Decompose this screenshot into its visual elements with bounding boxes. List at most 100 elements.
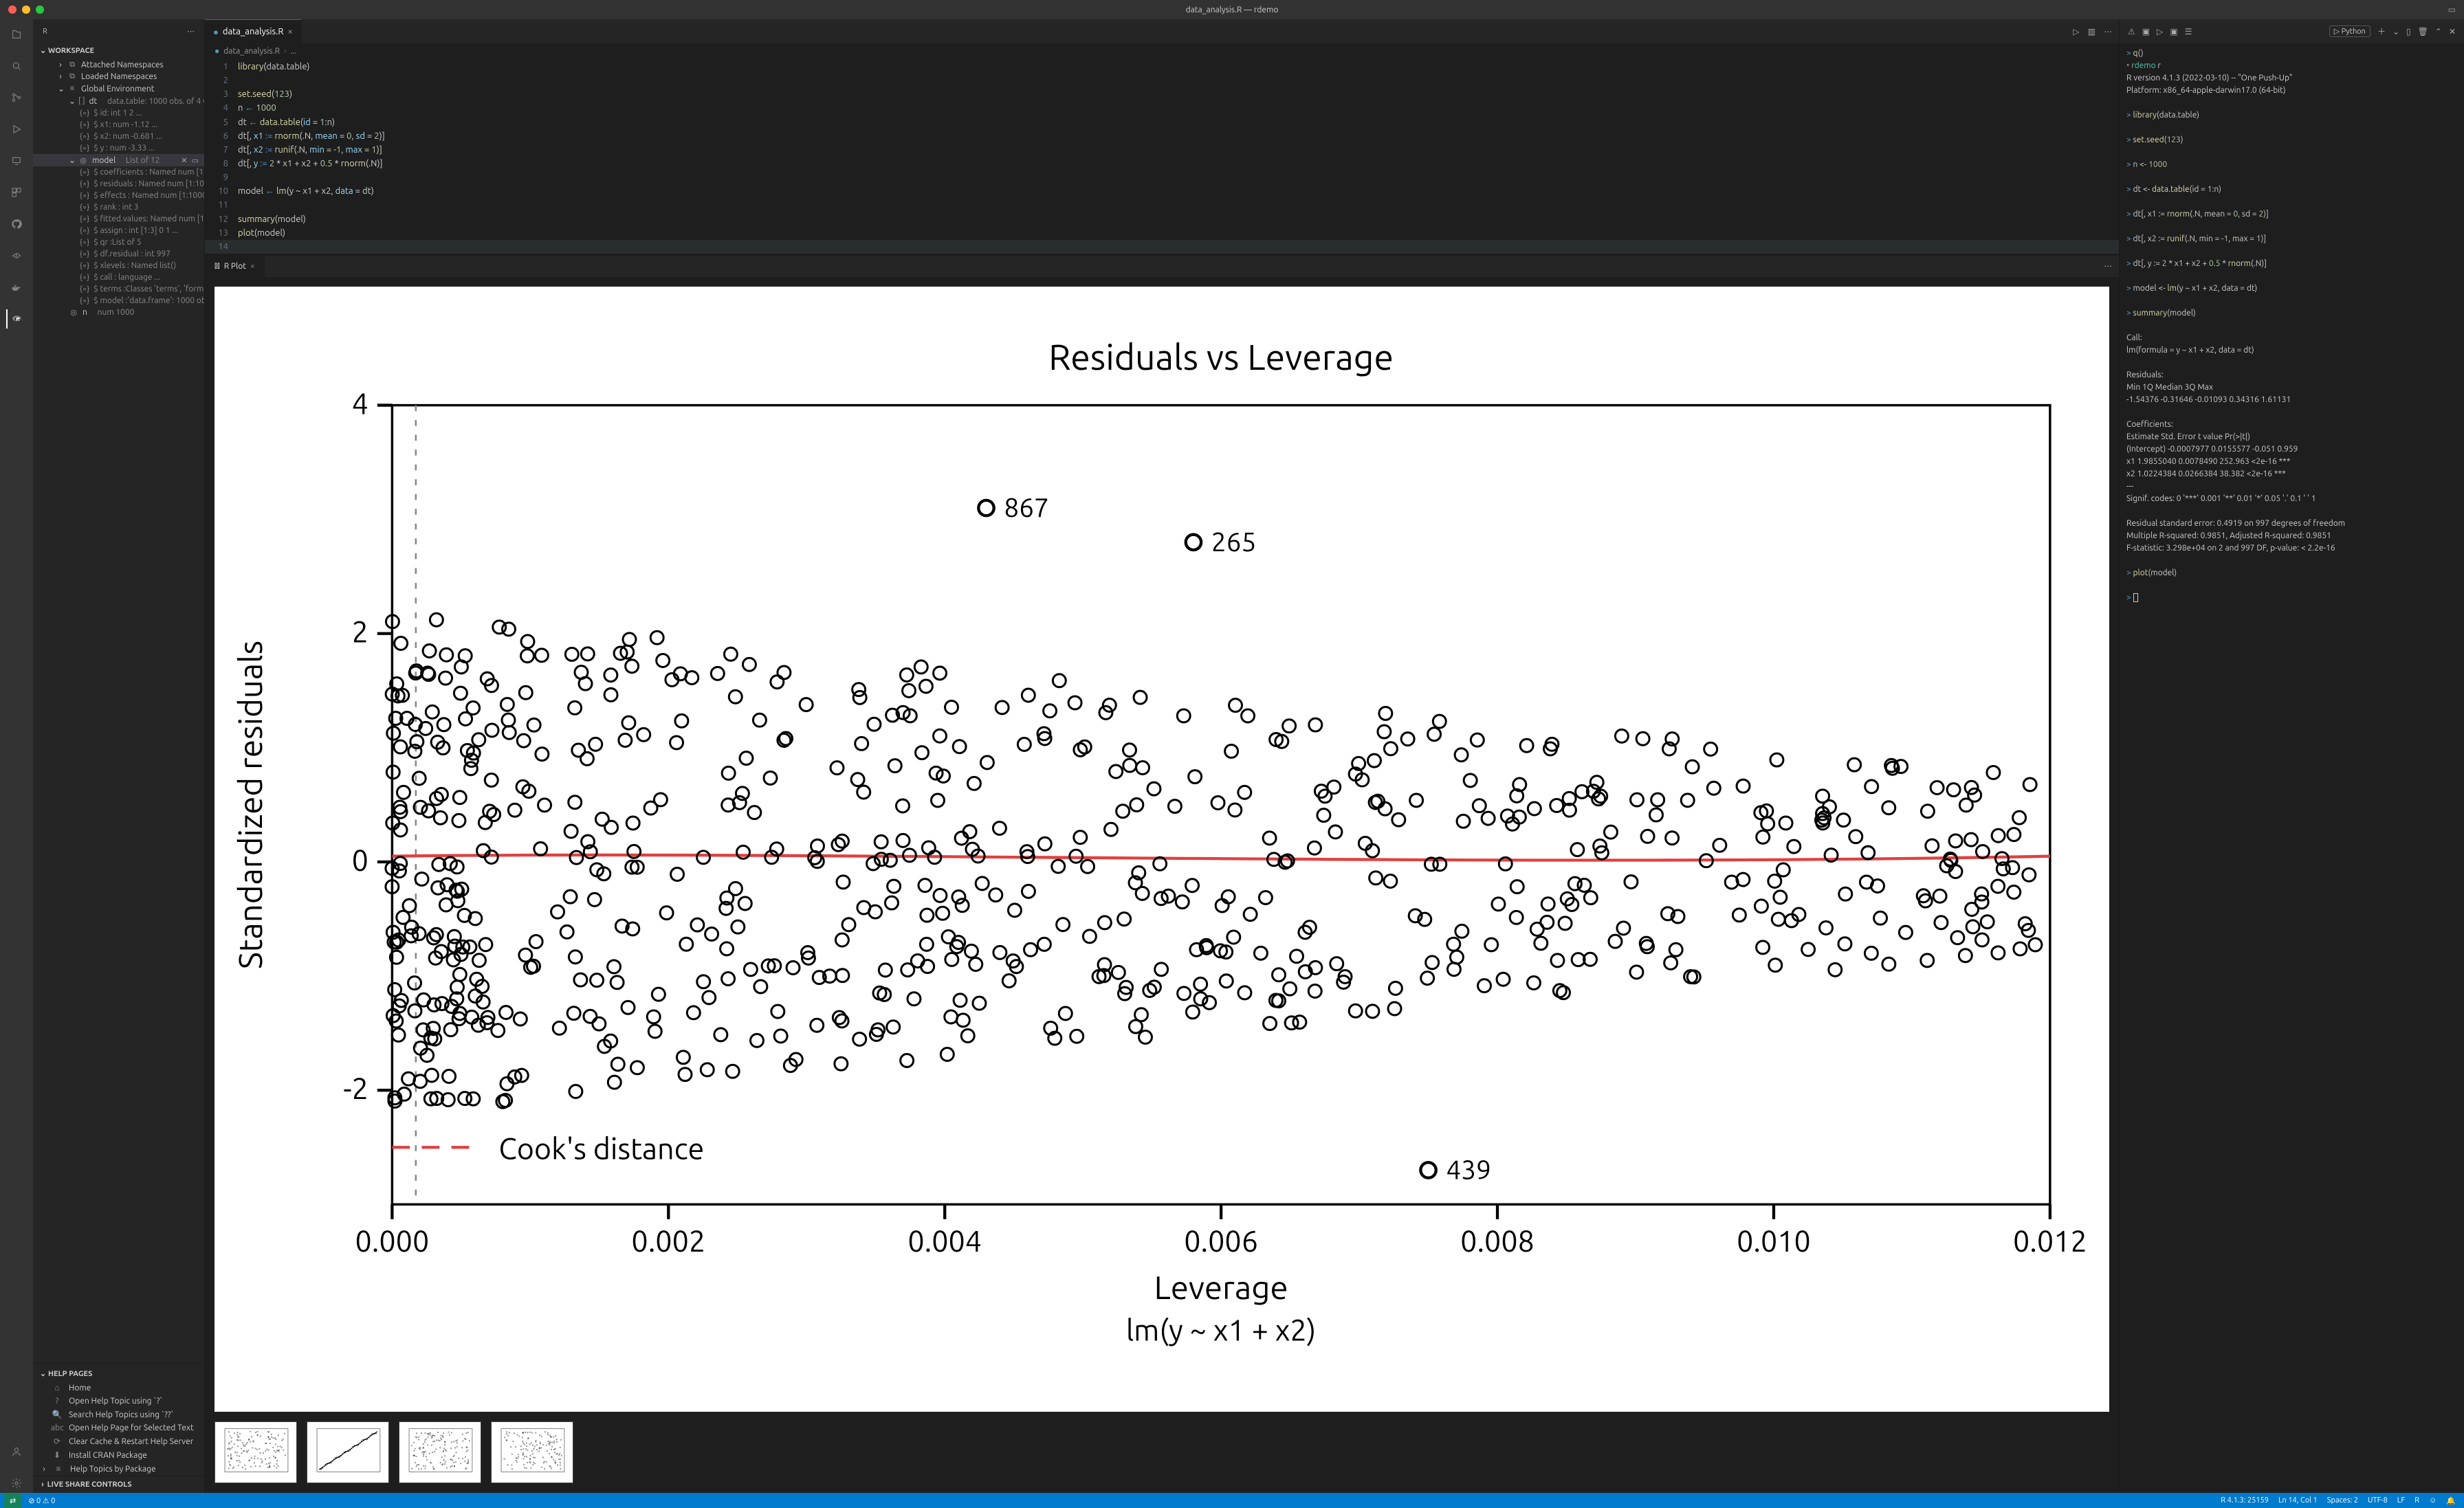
source-control-icon[interactable]	[7, 88, 26, 107]
live-share-header[interactable]: › LIVE SHARE CONTROLS	[33, 1476, 204, 1493]
extensions-icon[interactable]	[7, 183, 26, 202]
github-icon[interactable]	[7, 214, 26, 234]
warning-icon[interactable]: ⚠	[2128, 27, 2135, 36]
variable-field[interactable]: {∘}$ residuals : Named num [1:1000...	[33, 178, 204, 190]
close-icon[interactable]: ✕	[181, 156, 187, 165]
svg-text:Standardized residuals: Standardized residuals	[232, 641, 268, 969]
svg-text:lm(y ~ x1 + x2): lm(y ~ x1 + x2)	[1126, 1313, 1316, 1346]
code-editor[interactable]: 1library(data.table)23set.seed(123)4n ← …	[205, 58, 2119, 255]
variable-n[interactable]: ◎n num 1000	[33, 307, 204, 318]
trash-icon[interactable]: 🗑	[2418, 27, 2428, 36]
variable-field[interactable]: {∘}$ coefficients : Named num [1:3]...	[33, 166, 204, 178]
new-terminal-icon[interactable]: ＋	[2377, 25, 2386, 37]
variable-field[interactable]: {∘}$ x2: num -0.681 ...	[33, 131, 204, 142]
help-item[interactable]: abcOpen Help Page for Selected Text	[33, 1421, 204, 1434]
terminal-body[interactable]: > q()• rdemo rR version 4.1.3 (2022-03-1…	[2120, 43, 2464, 1493]
r-extension-icon[interactable]	[6, 309, 25, 329]
variable-field[interactable]: {∘}$ rank : int 3	[33, 201, 204, 213]
status-r-version[interactable]: R 4.1.3: 25159	[2221, 1496, 2269, 1505]
plot-thumbnail[interactable]	[399, 1421, 481, 1483]
run-debug-icon[interactable]	[7, 120, 26, 139]
help-item[interactable]: ⟳Clear Cache & Restart Help Server	[33, 1434, 204, 1448]
help-item[interactable]: ⌂Home	[33, 1381, 204, 1395]
help-item[interactable]: 🔍Search Help Topics using `??`	[33, 1408, 204, 1421]
remote-indicator[interactable]: ⇄	[4, 1493, 21, 1508]
docker-icon[interactable]	[7, 278, 26, 297]
variable-field[interactable]: {∘}$ xlevels : Named list()	[33, 260, 204, 271]
layout-icon[interactable]: ▭	[2448, 5, 2456, 14]
search-icon[interactable]	[7, 56, 26, 76]
variable-field[interactable]: {∘}$ qr :List of 5	[33, 236, 204, 248]
variable-field[interactable]: {∘}$ call : language ...	[33, 271, 204, 283]
title-bar: data_analysis.R — rdemo ▭	[0, 0, 2464, 19]
split-terminal-icon[interactable]: ▯	[2406, 27, 2411, 36]
variable-field[interactable]: {∘}$ assign : int [1:3] 0 1 ...	[33, 225, 204, 236]
status-encoding[interactable]: UTF-8	[2368, 1496, 2388, 1505]
tab-r-plot[interactable]: ⫾⫾ R Plot ×	[205, 256, 265, 277]
close-tab-icon[interactable]: ×	[288, 27, 293, 36]
run-icon[interactable]: ▷	[2073, 27, 2079, 36]
help-item[interactable]: ?Open Help Topic using `?`	[33, 1395, 204, 1408]
sidebar: R ⋯ ⌄WORKSPACE ›⧉Attached Namespaces ›⧉L…	[33, 19, 205, 1493]
terminal-square-icon[interactable]: ▣	[2142, 27, 2150, 36]
workspace-section-header[interactable]: ⌄WORKSPACE	[33, 43, 204, 58]
status-language[interactable]: R	[2414, 1496, 2419, 1505]
status-spaces[interactable]: Spaces: 2	[2327, 1496, 2358, 1505]
help-pages-header[interactable]: ⌄HELP PAGES	[33, 1366, 204, 1381]
plot-thumbnail[interactable]	[214, 1421, 297, 1483]
status-bar: ⇄ ⊘ 0 ⚠ 0 R 4.1.3: 25159 Ln 14, Col 1 Sp…	[0, 1493, 2464, 1508]
plot-canvas[interactable]: Residuals vs LeverageStandardized residu…	[214, 287, 2109, 1412]
help-item[interactable]: ›≡Help Topics by Package	[33, 1462, 204, 1476]
split-editor-icon[interactable]: ▥	[2088, 27, 2096, 36]
loaded-namespaces[interactable]: ›⧉Loaded Namespaces	[33, 71, 204, 82]
plot-thumbnail[interactable]	[491, 1421, 573, 1483]
terminal-run-icon[interactable]: ▷	[2157, 27, 2163, 36]
close-panel-icon[interactable]: ✕	[2449, 27, 2456, 36]
status-errors[interactable]: ⊘ 0 ⚠ 0	[28, 1496, 55, 1505]
window-title: data_analysis.R — rdemo	[1186, 5, 1279, 14]
variable-dt[interactable]: ⌄[ ]dt data.table: 1000 obs. of 4 varia.…	[33, 95, 204, 107]
variable-model[interactable]: ⌄◎model List of 12✕▭	[33, 154, 204, 166]
close-plot-tab-icon[interactable]: ×	[250, 262, 255, 271]
view-icon[interactable]: ▭	[192, 156, 199, 165]
variable-field[interactable]: {∘}$ id: int 1 2 ...	[33, 107, 204, 119]
help-item[interactable]: ⬇Install CRAN Package	[33, 1448, 204, 1462]
variable-field[interactable]: {∘}$ terms :Classes 'terms', 'formul...	[33, 283, 204, 295]
variable-field[interactable]: {∘}$ effects : Named num [1:1000] -...	[33, 190, 204, 201]
close-window-button[interactable]	[8, 5, 16, 14]
attached-namespaces[interactable]: ›⧉Attached Namespaces	[33, 59, 204, 71]
variable-field[interactable]: {∘}$ y : num -3.33 ...	[33, 142, 204, 154]
variable-field[interactable]: {∘}$ fitted.values: Named num [1:10...	[33, 213, 204, 225]
plot-more-icon[interactable]: ⋯	[2104, 256, 2119, 277]
more-actions-icon[interactable]: ⋯	[2104, 27, 2112, 36]
variable-field[interactable]: {∘}$ model :'data.frame': 1000 obs. ...	[33, 295, 204, 307]
terminal-list-icon[interactable]: ☰	[2185, 27, 2192, 36]
plot-tabs: ⫾⫾ R Plot × ⋯	[205, 255, 2119, 277]
variable-field[interactable]: {∘}$ x1: num -1.12 ...	[33, 119, 204, 131]
remote-icon[interactable]	[7, 151, 26, 170]
status-eol[interactable]: LF	[2397, 1496, 2405, 1505]
kernel-chip[interactable]: ▷ Python	[2329, 25, 2370, 37]
maximize-panel-icon[interactable]: ⌃	[2435, 27, 2442, 36]
settings-gear-icon[interactable]	[7, 1474, 26, 1493]
svg-text:0.006: 0.006	[1184, 1225, 1258, 1258]
status-bell-icon[interactable]: 🔔	[2446, 1496, 2456, 1505]
maximize-window-button[interactable]	[36, 5, 44, 14]
status-feedback-icon[interactable]: ☺	[2429, 1496, 2436, 1505]
tab-data-analysis[interactable]: ● data_analysis.R ×	[205, 19, 301, 43]
plot-thumbnail[interactable]	[307, 1421, 389, 1483]
sidebar-more-icon[interactable]: ⋯	[187, 27, 195, 36]
status-cursor[interactable]: Ln 14, Col 1	[2278, 1496, 2318, 1505]
breadcrumb[interactable]: ● data_analysis.R › ...	[205, 43, 2119, 58]
svg-text:2: 2	[352, 616, 368, 649]
global-environment[interactable]: ⌄≡Global Environment	[33, 82, 204, 95]
live-share-icon[interactable]	[7, 246, 26, 265]
terminal-panel: ⚠ ▣ ▷ ▣ ☰ ▷ Python ＋ ⌄ ▯ 🗑 ⌃ ✕ > q()• rd…	[2119, 19, 2464, 1493]
account-icon[interactable]	[7, 1442, 26, 1461]
explorer-icon[interactable]	[7, 25, 26, 44]
terminal-step-icon[interactable]: ▣	[2170, 27, 2177, 36]
minimize-window-button[interactable]	[22, 5, 30, 14]
variable-field[interactable]: {∘}$ df.residual : int 997	[33, 248, 204, 260]
chevron-down-icon[interactable]: ⌄	[2392, 27, 2399, 36]
plot-thumbnails	[205, 1415, 2119, 1493]
